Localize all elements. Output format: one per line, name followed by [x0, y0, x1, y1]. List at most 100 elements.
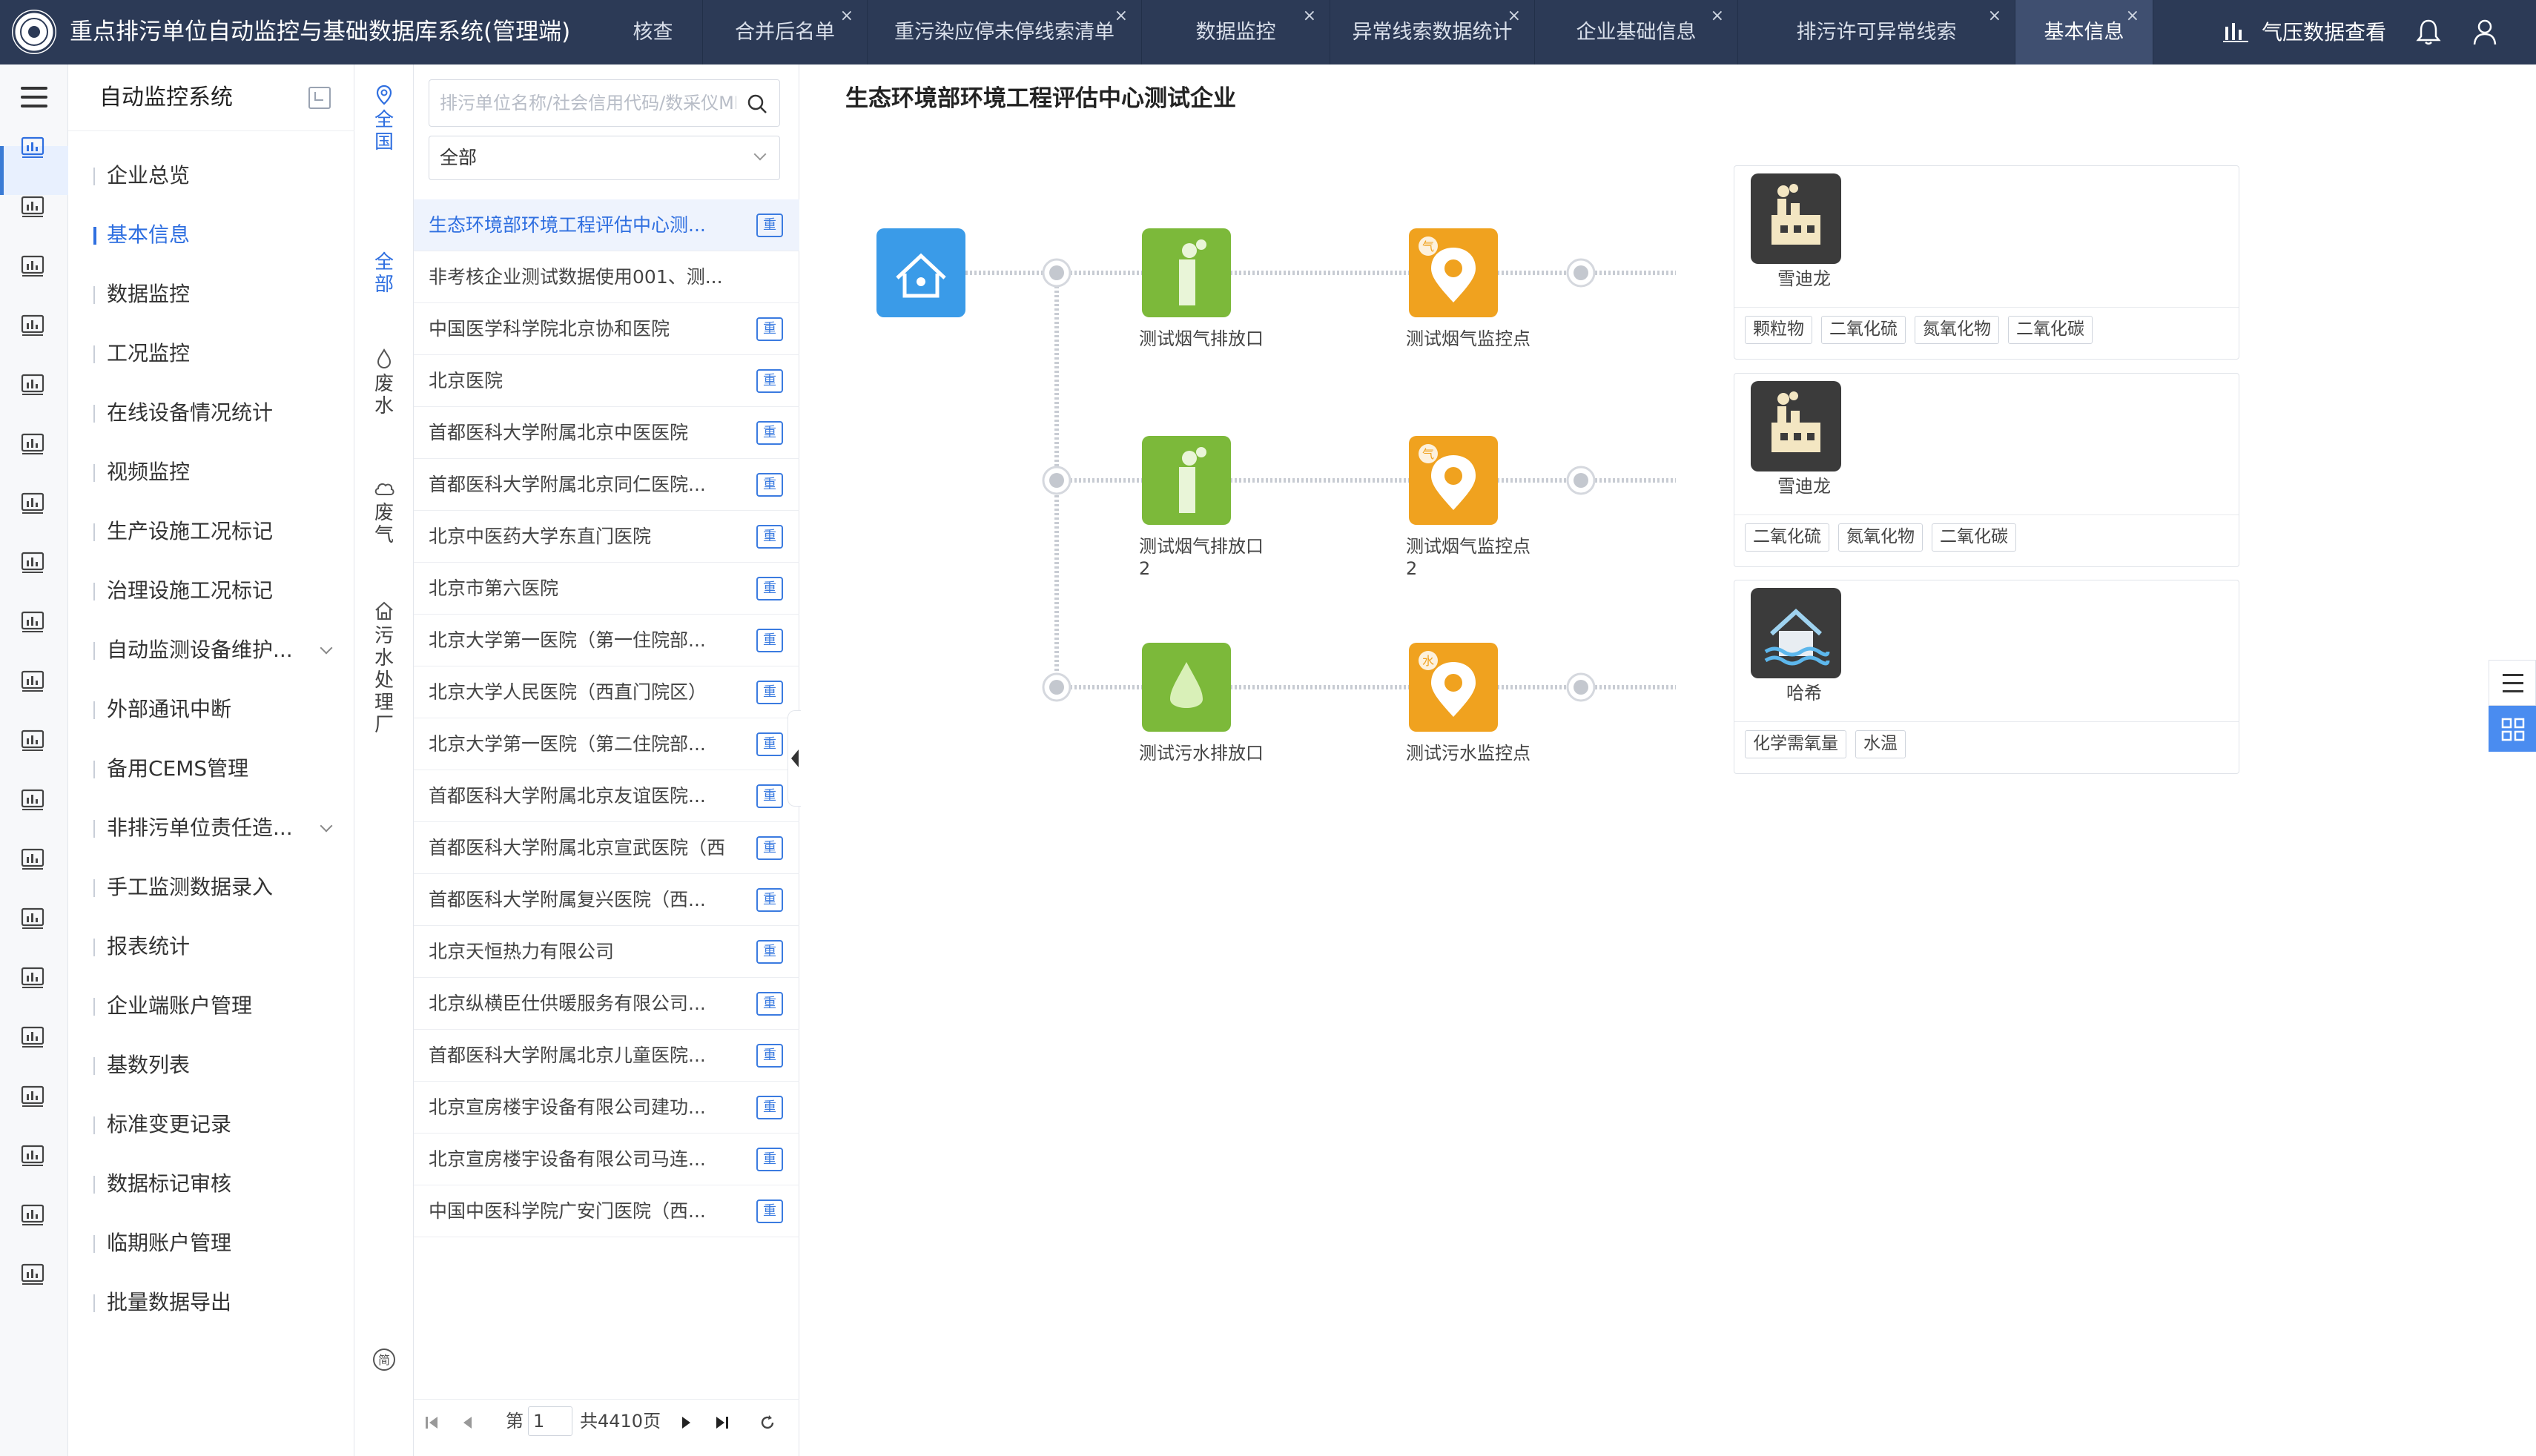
pollutant-chip[interactable]: 氮氧化物 [1838, 523, 1923, 552]
tab-4[interactable]: 异常线索数据统计 × [1330, 0, 1535, 64]
category-gas[interactable]: 废气 [354, 477, 414, 546]
rail-module-icon-12[interactable] [20, 847, 47, 871]
enterprise-row[interactable]: 中国医学科学院北京协和医院 重 [414, 303, 799, 355]
menu-item-5[interactable]: 视频监控 [93, 454, 346, 491]
menu-item-8[interactable]: 自动监测设备维护... [93, 632, 346, 669]
enterprise-row[interactable]: 北京大学第一医院（第一住院部... 重 [414, 615, 799, 666]
rail-module-icon-15[interactable] [20, 1025, 47, 1049]
enterprise-row[interactable]: 首都医科大学附属北京友谊医院... 重 [414, 770, 799, 822]
menu-item-12[interactable]: 手工监测数据录入 [93, 869, 346, 906]
menu-item-11[interactable]: 非排污单位责任造... [93, 810, 346, 847]
pollutant-chip[interactable]: 颗粒物 [1745, 316, 1812, 344]
category-region[interactable]: 全国 [354, 84, 414, 153]
monitor-label[interactable]: 测试烟气监控点 [1406, 328, 1536, 350]
menu-item-16[interactable]: 标准变更记录 [93, 1106, 346, 1143]
menu-item-10[interactable]: 备用CEMS管理 [93, 750, 346, 787]
enterprise-row[interactable]: 首都医科大学附属北京中医医院 重 [414, 407, 799, 459]
tab-3[interactable]: 数据监控 × [1142, 0, 1330, 64]
next-page-icon[interactable] [678, 1414, 694, 1431]
rail-module-icon-1[interactable] [20, 195, 47, 219]
collapse-list-handle[interactable] [787, 710, 801, 807]
rail-module-icon-7[interactable] [20, 551, 47, 575]
enterprise-row[interactable]: 北京中医药大学东直门医院 重 [414, 511, 799, 563]
tab-close-icon[interactable]: × [1303, 8, 1316, 24]
monitor-label[interactable]: 测试烟气监控点2 [1406, 535, 1536, 580]
enterprise-row[interactable]: 首都医科大学附属复兴医院（西... 重 [414, 874, 799, 926]
enterprise-row[interactable]: 北京纵横臣仕供暖服务有限公司... 重 [414, 978, 799, 1030]
menu-item-2[interactable]: 数据监控 [93, 276, 346, 313]
outlet-label[interactable]: 测试烟气排放口2 [1139, 535, 1269, 580]
tab-close-icon[interactable]: × [2126, 8, 2139, 24]
pollutant-chip[interactable]: 化学需氧量 [1745, 730, 1846, 758]
pollutant-chip[interactable]: 氮氧化物 [1915, 316, 1999, 344]
menu-item-3[interactable]: 工况监控 [93, 335, 346, 372]
collapse-menu-icon[interactable] [308, 87, 331, 109]
menu-item-6[interactable]: 生产设施工况标记 [93, 513, 346, 550]
user-icon[interactable] [2472, 18, 2497, 46]
tab-1[interactable]: 合并后名单 × [703, 0, 868, 64]
tab-2[interactable]: 重污染应停未停线索清单 × [868, 0, 1142, 64]
rail-module-icon-17[interactable] [20, 1144, 47, 1168]
rail-module-icon-13[interactable] [20, 907, 47, 930]
monitor-label[interactable]: 测试污水监控点 [1406, 742, 1536, 764]
rail-module-icon-6[interactable] [20, 492, 47, 515]
tab-close-icon[interactable]: × [840, 8, 853, 24]
simplified-icon[interactable]: 简 [354, 1347, 414, 1372]
type-filter-select[interactable]: 全部 [429, 136, 780, 180]
device-card[interactable]: 哈希 化学需氧量 水温 [1734, 580, 2239, 774]
tab-6[interactable]: 排污许可异常线索 × [1738, 0, 2015, 64]
enterprise-row[interactable]: 首都医科大学附属北京宣武医院（西... 重 [414, 822, 799, 874]
search-input[interactable] [440, 80, 736, 126]
last-page-icon[interactable] [713, 1414, 730, 1431]
rail-module-icon-18[interactable] [20, 1203, 47, 1227]
rail-module-icon-16[interactable] [20, 1085, 47, 1108]
first-page-icon[interactable] [424, 1414, 440, 1431]
rail-module-icon-11[interactable] [20, 788, 47, 812]
bar-chart-icon[interactable] [2223, 21, 2248, 43]
menu-item-0[interactable]: 企业总览 [93, 157, 346, 194]
menu-item-18[interactable]: 临期账户管理 [93, 1225, 346, 1262]
rail-module-icon-8[interactable] [20, 610, 47, 634]
rail-module-icon-4[interactable] [20, 373, 47, 397]
rail-module-icon-9[interactable] [20, 669, 47, 693]
device-card[interactable]: 雪迪龙 颗粒物 二氧化硫 氮氧化物 二氧化碳 [1734, 165, 2239, 360]
prev-page-icon[interactable] [460, 1414, 476, 1431]
rail-module-icon-10[interactable] [20, 729, 47, 752]
refresh-icon[interactable] [759, 1414, 776, 1431]
category-all[interactable]: 全部 [354, 251, 414, 296]
menu-item-14[interactable]: 企业端账户管理 [93, 987, 346, 1025]
pollutant-chip[interactable]: 水温 [1855, 730, 1906, 758]
pollutant-chip[interactable]: 二氧化硫 [1745, 523, 1829, 552]
tab-0[interactable]: 核查 [604, 0, 703, 64]
outlet-label[interactable]: 测试污水排放口 [1139, 742, 1269, 764]
pollutant-chip[interactable]: 二氧化硫 [1821, 316, 1906, 344]
menu-item-17[interactable]: 数据标记审核 [93, 1165, 346, 1202]
enterprise-row[interactable]: 首都医科大学附属北京儿童医院... 重 [414, 1030, 799, 1082]
menu-item-1[interactable]: 基本信息 [93, 216, 346, 254]
bell-icon[interactable] [2416, 18, 2441, 46]
enterprise-row[interactable]: 生态环境部环境工程评估中心测... 重 [414, 199, 799, 251]
rail-module-icon-5[interactable] [20, 432, 47, 456]
rail-module-icon-0[interactable] [20, 136, 47, 159]
enterprise-row[interactable]: 中国中医科学院广安门医院（西... 重 [414, 1185, 799, 1237]
enterprise-row[interactable]: 北京大学人民医院（西直门院区） 重 [414, 666, 799, 718]
menu-item-4[interactable]: 在线设备情况统计 [93, 394, 346, 431]
tab-close-icon[interactable]: × [1988, 8, 2001, 24]
list-view-button[interactable] [2489, 660, 2536, 706]
rail-module-icon-14[interactable] [20, 966, 47, 990]
search-icon[interactable] [747, 93, 767, 114]
rail-module-icon-3[interactable] [20, 314, 47, 337]
enterprise-row[interactable]: 北京大学第一医院（第二住院部... 重 [414, 718, 799, 770]
menu-item-9[interactable]: 外部通讯中断 [93, 691, 346, 728]
menu-item-15[interactable]: 基数列表 [93, 1047, 346, 1084]
hamburger-menu-icon[interactable] [21, 87, 47, 109]
enterprise-row[interactable]: 首都医科大学附属北京同仁医院... 重 [414, 459, 799, 511]
category-water[interactable]: 废水 [354, 348, 414, 417]
menu-item-19[interactable]: 批量数据导出 [93, 1284, 346, 1321]
enterprise-row[interactable]: 北京医院 重 [414, 355, 799, 407]
rail-module-icon-19[interactable] [20, 1263, 47, 1286]
grid-view-button[interactable] [2489, 706, 2536, 752]
tab-close-icon[interactable]: × [1711, 8, 1724, 24]
enterprise-row[interactable]: 北京天恒热力有限公司 重 [414, 926, 799, 978]
rail-module-icon-2[interactable] [20, 254, 47, 278]
